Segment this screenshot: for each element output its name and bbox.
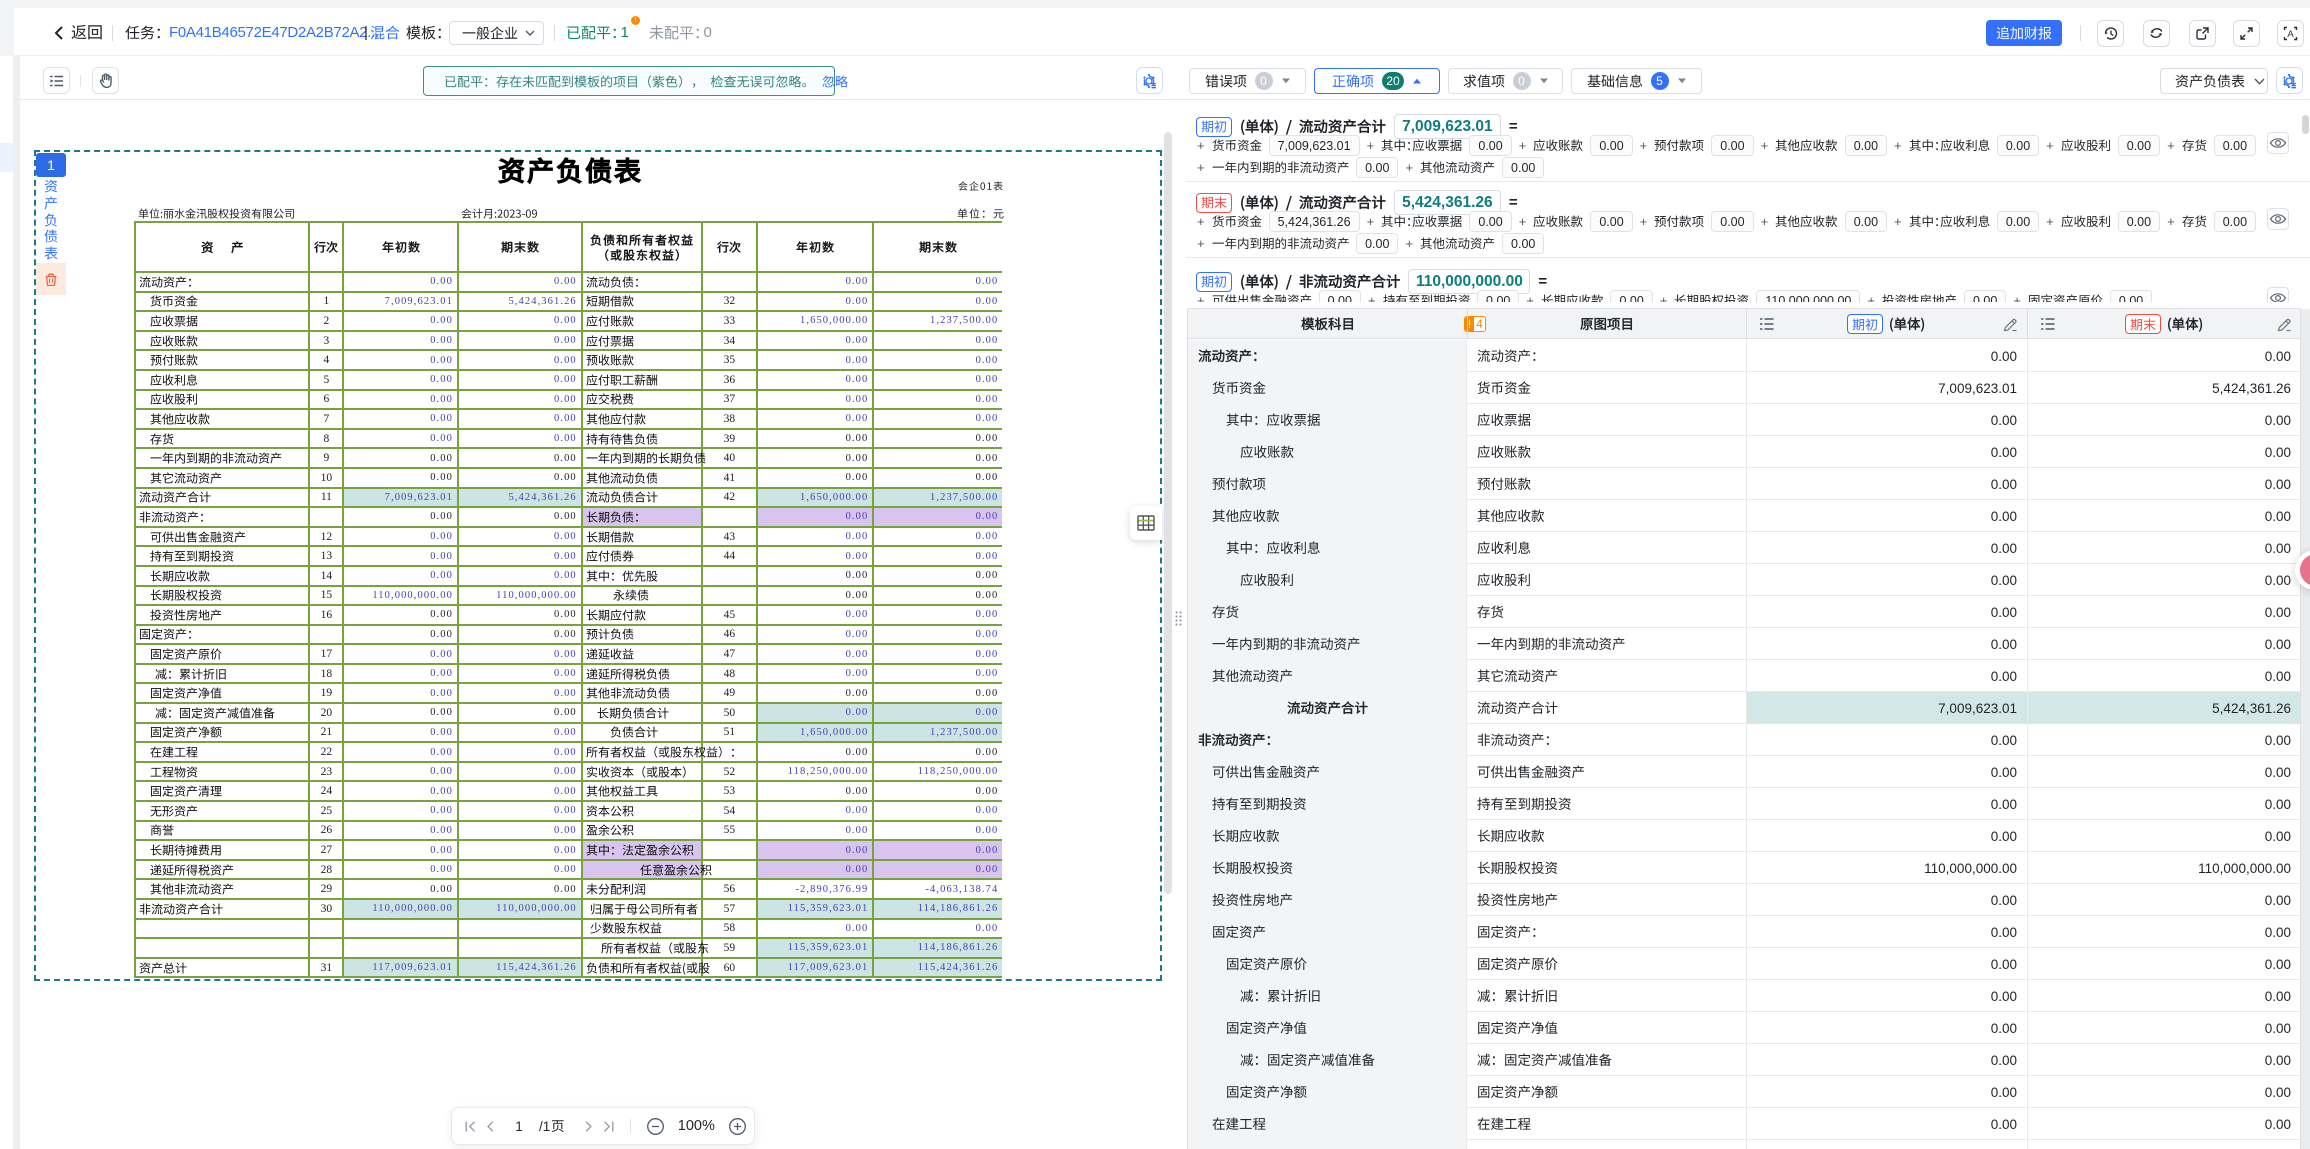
svg-text:A: A — [2287, 29, 2294, 40]
